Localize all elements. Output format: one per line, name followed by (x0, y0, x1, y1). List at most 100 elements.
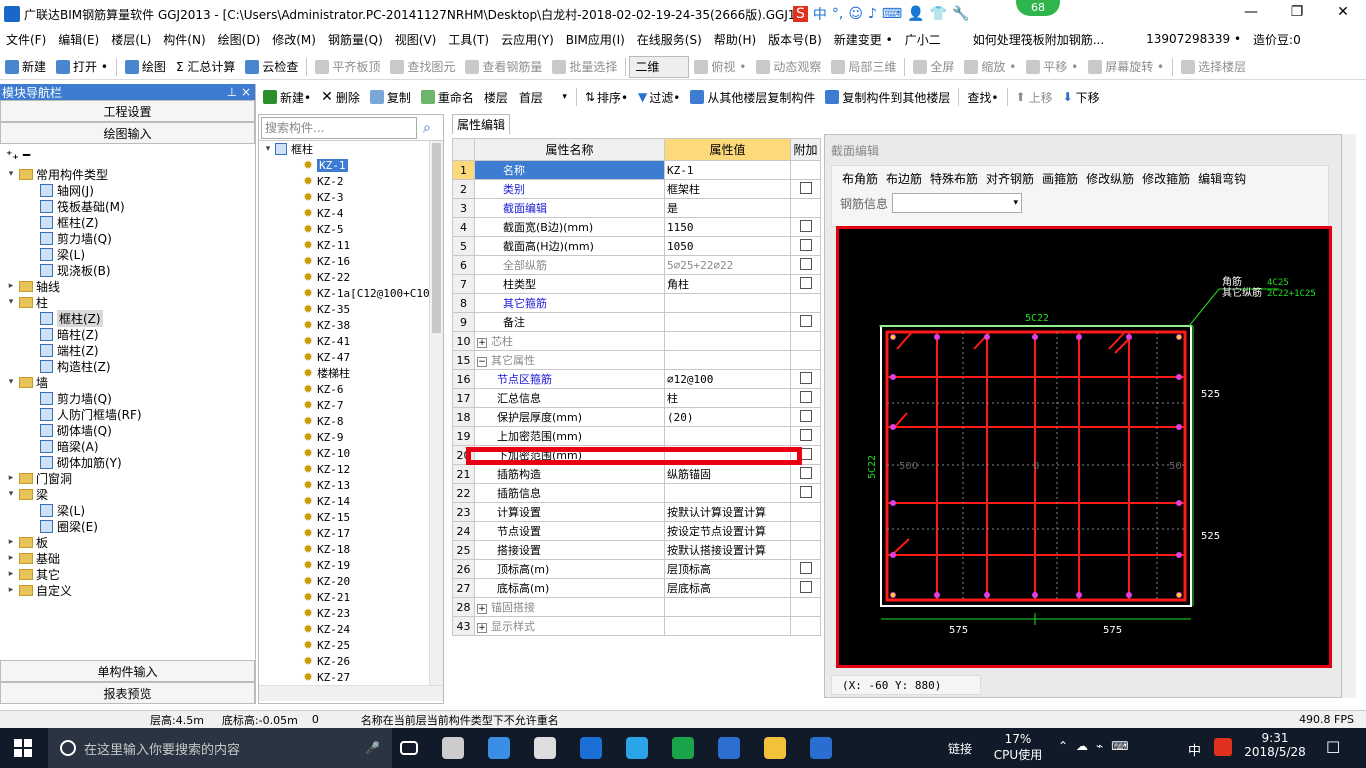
tree-node[interactable]: ▾ 柱 (6, 294, 255, 310)
input-language[interactable]: 中 (1188, 740, 1201, 759)
menu-item[interactable]: 13907298339 • (1140, 32, 1247, 46)
list-item[interactable]: ✹ KZ-25 (259, 637, 443, 653)
table-row[interactable]: 15− 其它属性 (452, 350, 821, 370)
sort-button[interactable]: ⇅ 排序• (580, 86, 633, 108)
menu-item[interactable]: 编辑(E) (52, 31, 105, 48)
expand-icon[interactable]: ▸ (6, 585, 16, 595)
ime-icon[interactable]: ⌨ (882, 6, 902, 22)
list-item[interactable]: ✹ KZ-21 (259, 589, 443, 605)
list-item[interactable]: ✹ KZ-6 (259, 381, 443, 397)
tree-node[interactable]: 砌体加筋(Y) (6, 454, 255, 470)
list-item[interactable]: ✹ KZ-4 (259, 205, 443, 221)
ime-icon[interactable]: 中 (813, 4, 827, 24)
tree-node[interactable]: 圈梁(E) (6, 518, 255, 534)
menu-item[interactable]: 版本号(B) (762, 31, 828, 48)
list-hscrollbar[interactable] (259, 685, 443, 701)
tree-node[interactable]: 框柱(Z) (6, 214, 255, 230)
move-up-button[interactable]: ⬆ 上移 (1011, 86, 1058, 108)
menu-item[interactable]: 构件(N) (157, 31, 211, 48)
tree-node[interactable]: 轴网(J) (6, 182, 255, 198)
table-row[interactable]: 18 保护层厚度(mm) (20) (452, 407, 821, 427)
list-item[interactable]: ✹ KZ-18 (259, 541, 443, 557)
move-down-button[interactable]: ⬇ 下移 (1058, 86, 1105, 108)
list-item[interactable]: ✹ KZ-8 (259, 413, 443, 429)
property-value[interactable] (664, 616, 791, 636)
list-item[interactable]: ✹ KZ-16 (259, 253, 443, 269)
property-value[interactable]: (20) (664, 407, 791, 427)
project-settings-button[interactable]: 工程设置 (0, 100, 255, 122)
property-value[interactable]: 层顶标高 (664, 559, 791, 579)
list-item[interactable]: ✹ KZ-17 (259, 525, 443, 541)
collapse-icon[interactable]: ▾ (6, 297, 16, 307)
toolbar-button[interactable]: 打开 • (51, 56, 113, 78)
notes-icon[interactable] (764, 737, 786, 759)
property-value[interactable] (664, 483, 791, 503)
ime-icon[interactable]: 👤 (907, 6, 924, 22)
extra-checkbox[interactable] (799, 238, 812, 251)
app-icon[interactable] (534, 737, 556, 759)
list-item[interactable]: ✹ KZ-13 (259, 477, 443, 493)
new-component-button[interactable]: 新建• (258, 86, 316, 108)
tree-node[interactable]: ▸ 自定义 (6, 582, 255, 598)
tree-node[interactable]: ▸ 板 (6, 534, 255, 550)
collapse-icon[interactable]: ▾ (6, 169, 16, 179)
single-component-input-button[interactable]: 单构件输入 (0, 660, 255, 682)
section-tool-button[interactable]: 布角筋 (842, 170, 878, 187)
list-item[interactable]: ✹ KZ-26 (259, 653, 443, 669)
ime-icon[interactable]: ☺ (848, 6, 863, 22)
table-row[interactable]: 23 计算设置 按默认计算设置计算 (452, 502, 821, 522)
tree-node[interactable]: 现浇板(B) (6, 262, 255, 278)
ime-icon[interactable]: °, (832, 6, 843, 22)
toolbar-button[interactable]: 云检查 (240, 56, 303, 78)
floor-select[interactable]: 首层 ▾ (512, 86, 573, 108)
extra-checkbox[interactable] (799, 181, 812, 194)
pin-close-icon[interactable]: ⊥ × (227, 85, 251, 99)
menu-item[interactable]: 云应用(Y) (495, 31, 560, 48)
menu-item[interactable]: 楼层(L) (105, 31, 157, 48)
section-canvas[interactable]: 5C22 5C22 角筋 其它纵筋 4C25 2C22+1C25 525 525… (836, 226, 1332, 668)
list-item[interactable]: ✹ KZ-14 (259, 493, 443, 509)
fan-app-icon[interactable] (442, 737, 464, 759)
taskbar-link[interactable]: 链接 (948, 740, 972, 757)
tree-node[interactable]: 暗柱(Z) (6, 326, 255, 342)
property-value[interactable]: 1150 (664, 217, 791, 237)
menu-item[interactable]: 新建变更 • (828, 31, 899, 48)
ie-icon[interactable] (626, 737, 648, 759)
table-row[interactable]: 21 插筋构造 纵筋锚固 (452, 464, 821, 484)
property-value[interactable]: 按设定节点设置计算 (664, 521, 791, 541)
table-row[interactable]: 17 汇总信息柱 (452, 388, 821, 408)
section-tool-button[interactable]: 对齐钢筋 (986, 170, 1034, 187)
extra-checkbox[interactable] (799, 219, 812, 232)
score-badge[interactable]: 68 (1016, 0, 1060, 16)
tree-node[interactable]: 梁(L) (6, 502, 255, 518)
menu-item[interactable]: 工具(T) (442, 31, 495, 48)
toolbar-button[interactable]: 缩放 • (959, 56, 1021, 78)
extra-checkbox[interactable] (799, 580, 812, 593)
tree-node[interactable]: 暗梁(A) (6, 438, 255, 454)
clock[interactable]: 9:31 2018/5/28 (1240, 731, 1310, 759)
tray-icons[interactable]: ⌃☁⌁⌨ (1058, 739, 1137, 753)
table-row[interactable]: 27 底标高(m) 层底标高 (452, 578, 821, 598)
list-item[interactable]: ✹ KZ-22 (259, 269, 443, 285)
table-row[interactable]: 10 + 芯柱 (452, 331, 821, 351)
collapse-icon[interactable]: ▾ (6, 489, 16, 499)
maximize-button[interactable]: ❐ (1274, 0, 1320, 24)
extra-checkbox[interactable] (799, 409, 812, 422)
tree-node[interactable]: 筏板基础(M) (6, 198, 255, 214)
menu-item[interactable]: 修改(M) (266, 31, 322, 48)
tree-node[interactable]: ▸ 其它 (6, 566, 255, 582)
property-value[interactable]: 框架柱 (664, 179, 791, 199)
list-item[interactable]: ✹ KZ-38 (259, 317, 443, 333)
table-row[interactable]: 2 类别 框架柱 (452, 179, 821, 199)
expand-icon[interactable]: ▸ (6, 569, 16, 579)
collapse-icon[interactable]: − (477, 357, 487, 367)
report-preview-button[interactable]: 报表预览 (0, 682, 255, 704)
menu-item[interactable]: 视图(V) (389, 31, 443, 48)
tree-node[interactable]: 框柱(Z) (6, 309, 255, 327)
extra-checkbox[interactable] (799, 390, 812, 403)
property-value[interactable] (664, 350, 791, 370)
extra-checkbox[interactable] (799, 561, 812, 574)
property-value[interactable]: 层底标高 (664, 578, 791, 598)
section-tool-button[interactable]: 画箍筋 (1042, 170, 1078, 187)
rebar-info-select[interactable]: ▾ (892, 193, 1023, 213)
